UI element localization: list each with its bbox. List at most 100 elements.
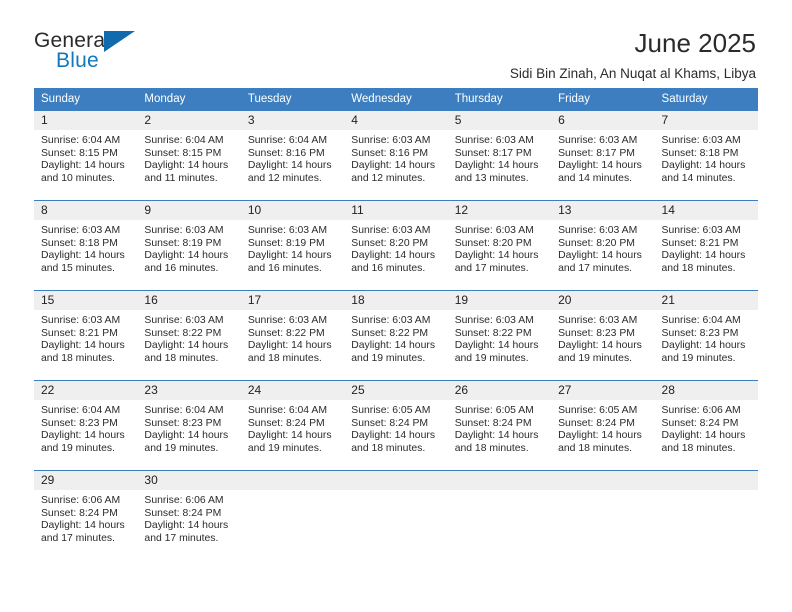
day-sunset-text: Sunset: 8:24 PM: [454, 417, 532, 429]
day-sunrise-text: Sunrise: 6:06 AM: [661, 405, 741, 416]
day-daylight-2-text: and 19 minutes.: [144, 442, 219, 454]
day-details: Sunrise: 6:06 AM Sunset: 8:24 PM Daylight:…: [34, 490, 137, 545]
generalblue-logo[interactable]: General Blue: [34, 30, 164, 76]
day-details: Sunrise: 6:03 AM Sunset: 8:22 PM Daylight:…: [448, 310, 551, 365]
day-daylight-2-text: and 19 minutes.: [351, 352, 426, 364]
title-block: June 2025 Sidi Bin Zinah, An Nuqat al Kh…: [510, 28, 756, 81]
day-number: 12: [447, 201, 552, 220]
day-details: [655, 490, 758, 495]
day-sunset-text: Sunset: 8:22 PM: [144, 327, 222, 339]
calendar-day-cell[interactable]: 9 Sunrise: 6:03 AM Sunset: 8:19 PM Daylight…: [137, 200, 241, 291]
day-sunrise-text: Sunrise: 6:03 AM: [661, 135, 741, 146]
calendar-day-cell[interactable]: 2 Sunrise: 6:04 AM Sunset: 8:15 PM Daylight…: [137, 110, 241, 201]
calendar-day-cell[interactable]: 24 Sunrise: 6:04 AM Sunset: 8:24 PM Dayligh…: [240, 380, 345, 471]
calendar-day-cell[interactable]: 14 Sunrise: 6:03 AM Sunset: 8:21 PM Dayligh…: [654, 200, 758, 291]
calendar-day-cell[interactable]: 10 Sunrise: 6:03 AM Sunset: 8:19 PM Dayligh…: [240, 200, 345, 291]
day-number: 5: [447, 111, 552, 130]
day-details: Sunrise: 6:03 AM Sunset: 8:16 PM Daylight:…: [344, 130, 447, 185]
day-sunset-text: Sunset: 8:21 PM: [661, 237, 739, 249]
day-sunrise-text: Sunrise: 6:03 AM: [351, 135, 431, 146]
day-daylight-2-text: and 19 minutes.: [41, 442, 115, 454]
day-sunrise-text: Sunrise: 6:05 AM: [351, 405, 431, 416]
day-sunrise-text: Sunrise: 6:03 AM: [41, 315, 121, 326]
day-sunset-text: Sunset: 8:16 PM: [351, 147, 429, 159]
calendar-week-row: 29 Sunrise: 6:06 AM Sunset: 8:24 PM Dayligh…: [34, 470, 758, 567]
calendar-empty-cell: [654, 470, 758, 567]
calendar-day-cell[interactable]: 30 Sunrise: 6:06 AM Sunset: 8:24 PM Dayligh…: [137, 470, 241, 567]
day-number: 19: [447, 291, 552, 310]
day-daylight-1-text: Daylight: 14 hours: [454, 160, 539, 172]
calendar-day-cell[interactable]: 27 Sunrise: 6:05 AM Sunset: 8:24 PM Dayligh…: [551, 380, 655, 471]
calendar-day-cell[interactable]: 23 Sunrise: 6:04 AM Sunset: 8:23 PM Dayligh…: [137, 380, 241, 471]
day-number: 2: [137, 111, 241, 130]
day-daylight-2-text: and 18 minutes.: [41, 352, 115, 364]
calendar-day-cell[interactable]: 20 Sunrise: 6:03 AM Sunset: 8:23 PM Dayligh…: [551, 290, 655, 381]
day-daylight-2-text: and 12 minutes.: [247, 172, 322, 184]
day-sunset-text: Sunset: 8:22 PM: [351, 327, 429, 339]
day-sunset-text: Sunset: 8:23 PM: [558, 327, 635, 339]
calendar-day-cell[interactable]: 11 Sunrise: 6:03 AM Sunset: 8:20 PM Dayligh…: [344, 200, 448, 291]
day-sunset-text: Sunset: 8:23 PM: [661, 327, 739, 339]
calendar-empty-cell: [344, 470, 448, 567]
day-details: Sunrise: 6:05 AM Sunset: 8:24 PM Daylight:…: [344, 400, 447, 455]
day-number: 30: [137, 471, 241, 490]
day-daylight-1-text: Daylight: 14 hours: [41, 520, 125, 532]
day-sunset-text: Sunset: 8:24 PM: [661, 417, 739, 429]
calendar-day-cell[interactable]: 19 Sunrise: 6:03 AM Sunset: 8:22 PM Dayligh…: [447, 290, 552, 381]
day-daylight-2-text: and 16 minutes.: [247, 262, 322, 274]
calendar-day-cell[interactable]: 29 Sunrise: 6:06 AM Sunset: 8:24 PM Dayligh…: [34, 470, 138, 567]
day-sunrise-text: Sunrise: 6:03 AM: [558, 225, 638, 236]
day-number: 28: [654, 381, 758, 400]
calendar-day-cell[interactable]: 12 Sunrise: 6:03 AM Sunset: 8:20 PM Dayligh…: [447, 200, 552, 291]
calendar-day-cell[interactable]: 1 Sunrise: 6:04 AM Sunset: 8:15 PM Daylight…: [34, 110, 138, 201]
calendar-day-cell[interactable]: 3 Sunrise: 6:04 AM Sunset: 8:16 PM Daylight…: [240, 110, 345, 201]
calendar-day-cell[interactable]: 21 Sunrise: 6:04 AM Sunset: 8:23 PM Dayligh…: [654, 290, 758, 381]
day-details: Sunrise: 6:05 AM Sunset: 8:24 PM Daylight:…: [448, 400, 551, 455]
calendar-day-cell[interactable]: 5 Sunrise: 6:03 AM Sunset: 8:17 PM Daylight…: [447, 110, 552, 201]
calendar-day-cell[interactable]: 16 Sunrise: 6:03 AM Sunset: 8:22 PM Dayligh…: [137, 290, 241, 381]
day-details: Sunrise: 6:04 AM Sunset: 8:15 PM Daylight:…: [137, 130, 240, 185]
calendar-day-cell[interactable]: 18 Sunrise: 6:03 AM Sunset: 8:22 PM Dayligh…: [344, 290, 448, 381]
day-daylight-1-text: Daylight: 14 hours: [454, 340, 539, 352]
day-sunset-text: Sunset: 8:16 PM: [247, 147, 325, 159]
day-sunrise-text: Sunrise: 6:04 AM: [247, 135, 327, 146]
calendar-day-cell[interactable]: 7 Sunrise: 6:03 AM Sunset: 8:18 PM Daylight…: [654, 110, 758, 201]
day-sunrise-text: Sunrise: 6:03 AM: [661, 225, 741, 236]
day-number: [551, 471, 655, 490]
day-daylight-1-text: Daylight: 14 hours: [661, 160, 746, 172]
calendar-day-cell[interactable]: 22 Sunrise: 6:04 AM Sunset: 8:23 PM Dayligh…: [34, 380, 138, 471]
day-sunrise-text: Sunrise: 6:04 AM: [144, 135, 224, 146]
day-sunrise-text: Sunrise: 6:03 AM: [558, 135, 638, 146]
calendar-day-cell[interactable]: 4 Sunrise: 6:03 AM Sunset: 8:16 PM Daylight…: [344, 110, 448, 201]
calendar-day-cell[interactable]: 25 Sunrise: 6:05 AM Sunset: 8:24 PM Dayligh…: [344, 380, 448, 471]
page-title: June 2025: [634, 28, 756, 58]
day-daylight-1-text: Daylight: 14 hours: [144, 160, 229, 172]
calendar-day-cell[interactable]: 6 Sunrise: 6:03 AM Sunset: 8:17 PM Daylight…: [551, 110, 655, 201]
calendar-day-cell[interactable]: 13 Sunrise: 6:03 AM Sunset: 8:20 PM Dayligh…: [551, 200, 655, 291]
day-number: [344, 471, 448, 490]
calendar-day-cell[interactable]: 8 Sunrise: 6:03 AM Sunset: 8:18 PM Daylight…: [34, 200, 138, 291]
day-details: Sunrise: 6:03 AM Sunset: 8:17 PM Daylight:…: [551, 130, 654, 185]
weekday-header-thursday: Thursday: [447, 88, 552, 111]
calendar-day-cell[interactable]: 26 Sunrise: 6:05 AM Sunset: 8:24 PM Dayligh…: [447, 380, 552, 471]
day-sunset-text: Sunset: 8:15 PM: [144, 147, 222, 159]
day-details: Sunrise: 6:04 AM Sunset: 8:16 PM Daylight:…: [241, 130, 344, 185]
day-details: Sunrise: 6:04 AM Sunset: 8:15 PM Daylight:…: [34, 130, 137, 185]
day-sunset-text: Sunset: 8:18 PM: [41, 237, 118, 249]
day-sunrise-text: Sunrise: 6:06 AM: [41, 495, 121, 506]
weekday-header-tuesday: Tuesday: [240, 88, 345, 111]
calendar-day-cell[interactable]: 28 Sunrise: 6:06 AM Sunset: 8:24 PM Dayligh…: [654, 380, 758, 471]
day-daylight-2-text: and 18 minutes.: [247, 352, 322, 364]
weekday-header-friday: Friday: [551, 88, 655, 111]
day-daylight-2-text: and 18 minutes.: [661, 442, 736, 454]
calendar-day-cell[interactable]: 17 Sunrise: 6:03 AM Sunset: 8:22 PM Dayligh…: [240, 290, 345, 381]
day-sunrise-text: Sunrise: 6:03 AM: [247, 225, 327, 236]
day-sunset-text: Sunset: 8:24 PM: [247, 417, 325, 429]
weekday-header-monday: Monday: [137, 88, 241, 111]
day-sunset-text: Sunset: 8:22 PM: [247, 327, 325, 339]
day-daylight-2-text: and 12 minutes.: [351, 172, 426, 184]
calendar-day-cell[interactable]: 15 Sunrise: 6:03 AM Sunset: 8:21 PM Dayligh…: [34, 290, 138, 381]
day-daylight-2-text: and 19 minutes.: [247, 442, 322, 454]
day-daylight-2-text: and 17 minutes.: [41, 532, 115, 544]
day-number: 29: [34, 471, 138, 490]
